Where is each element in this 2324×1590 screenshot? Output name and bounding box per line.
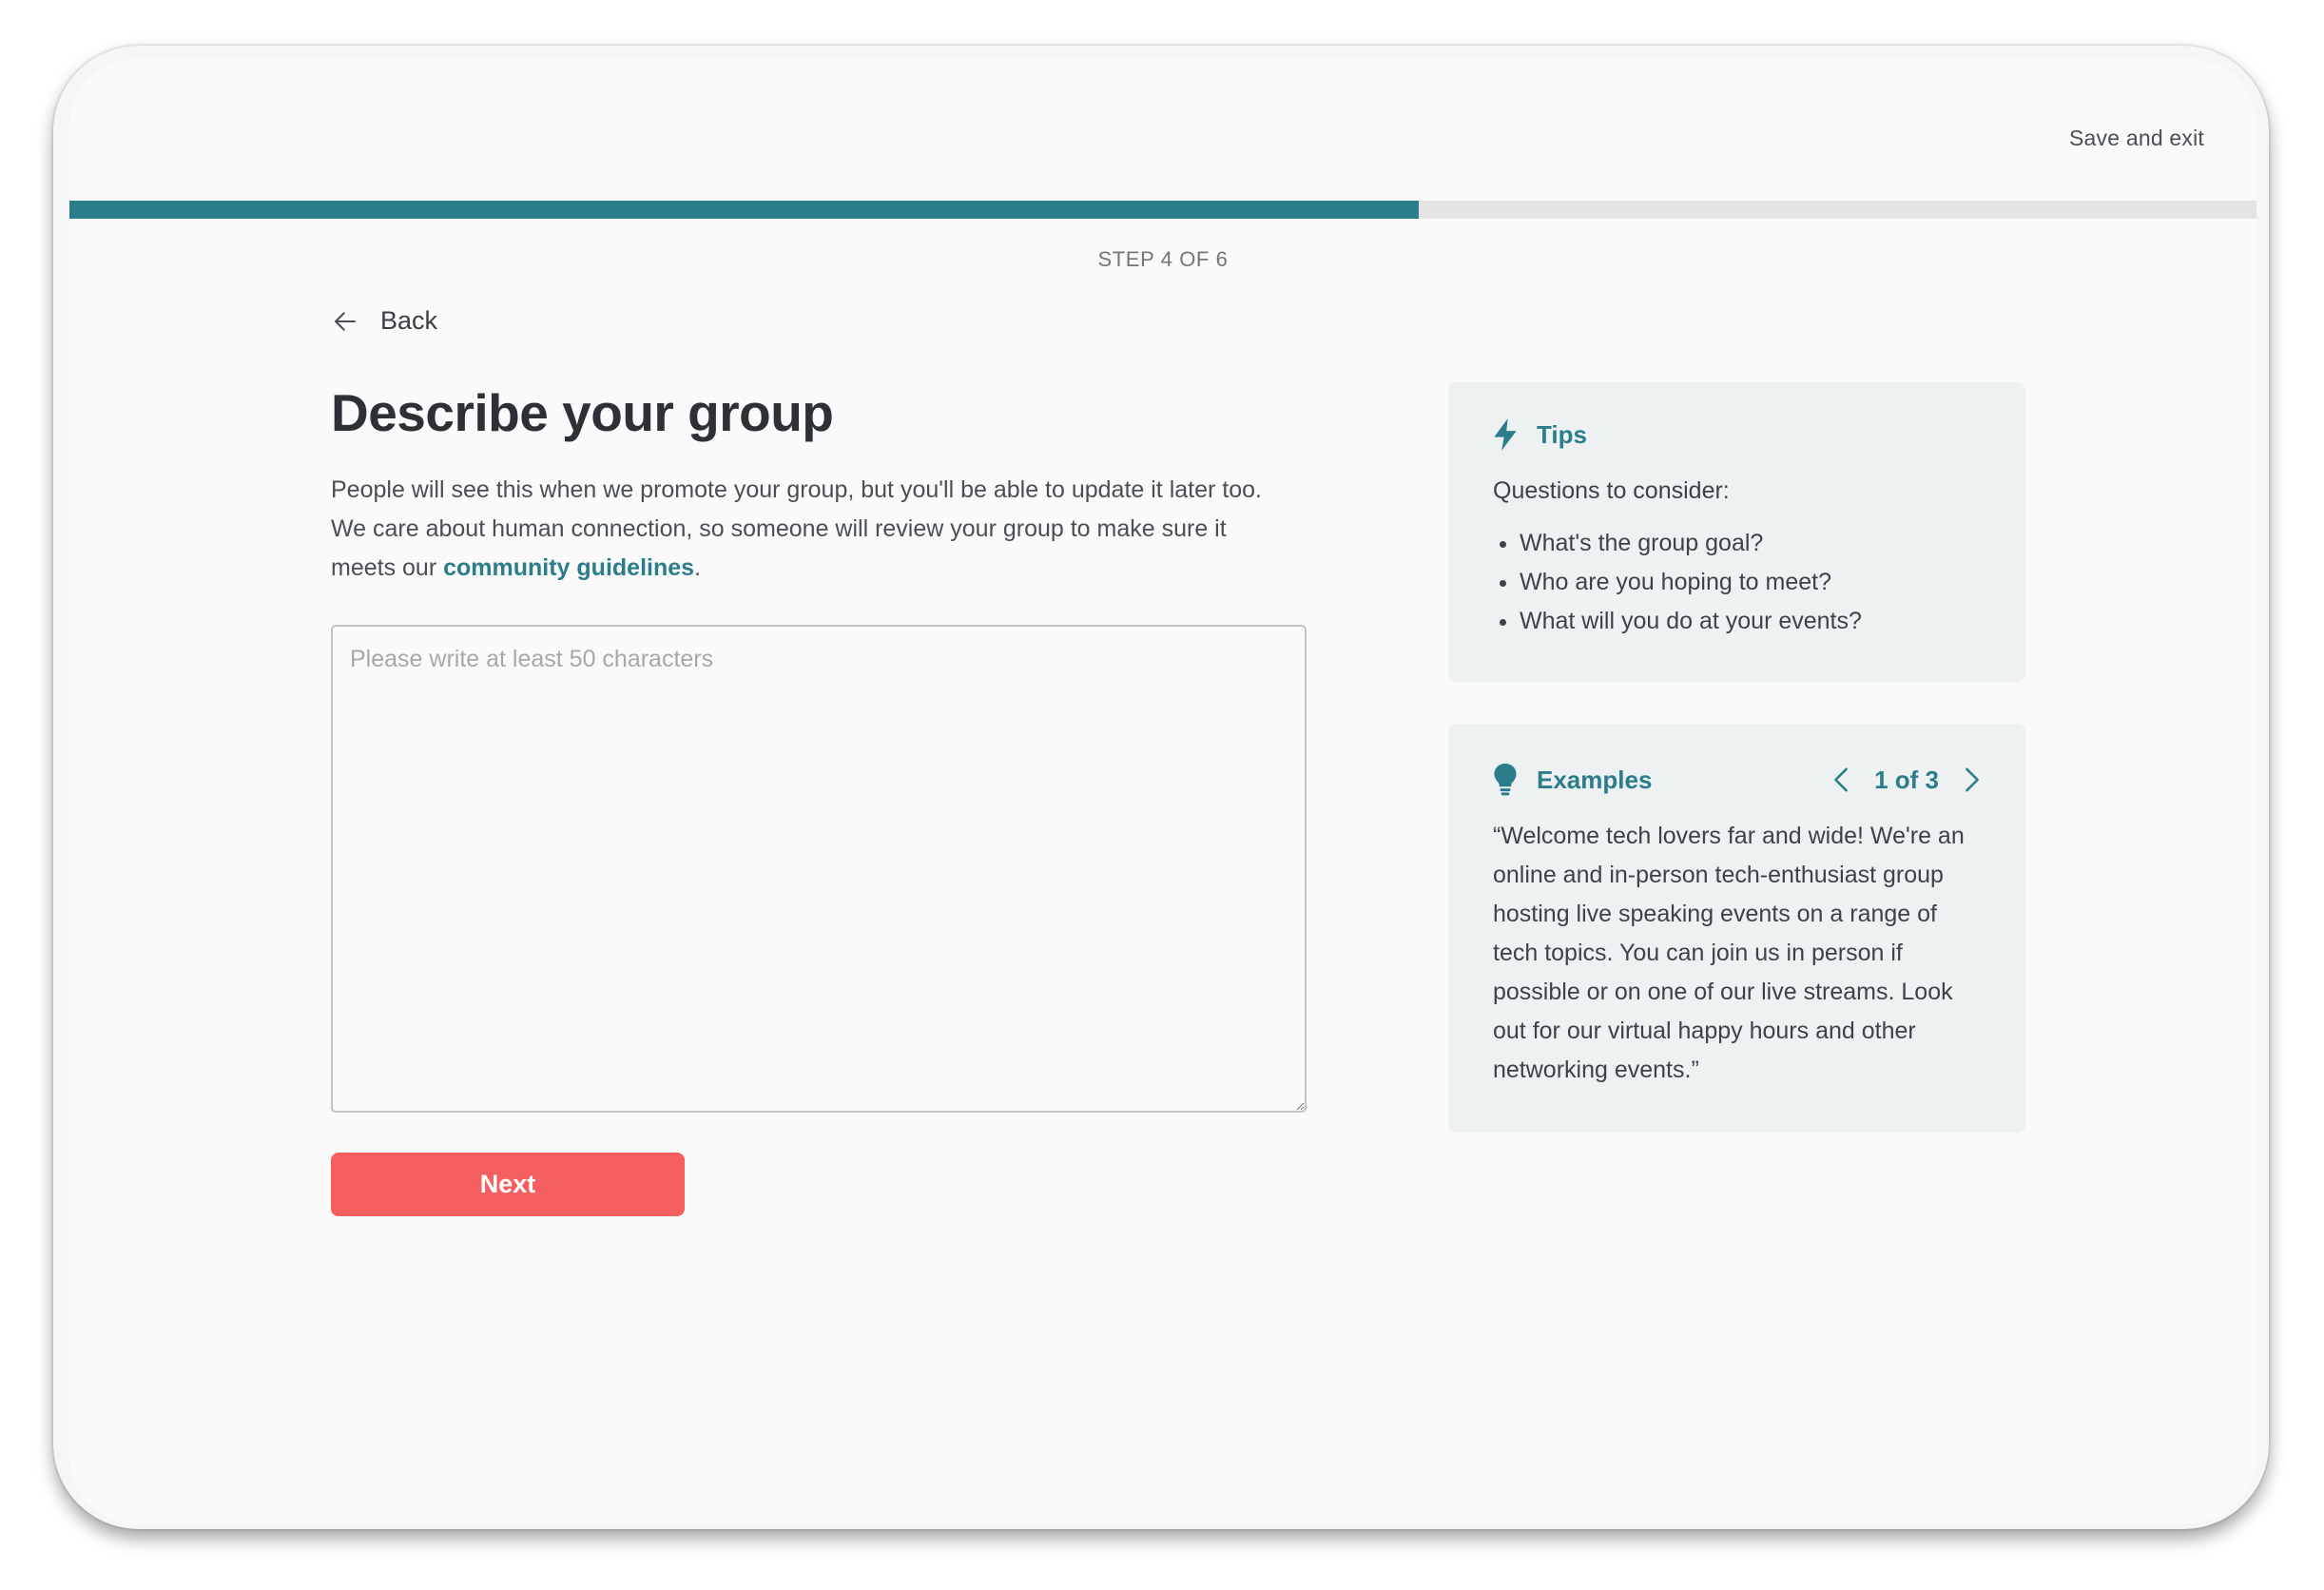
examples-pagination: 1 of 3 — [1832, 766, 1981, 795]
examples-card: Examples 1 of 3 “Welcome tech lovers far… — [1448, 724, 2025, 1133]
description-end: . — [694, 554, 701, 581]
tips-header: Tips — [1493, 418, 1981, 451]
tips-title: Tips — [1537, 419, 1587, 449]
progress-bar — [69, 201, 2256, 219]
lightning-icon — [1494, 418, 1517, 451]
tip-item: What's the group goal? — [1520, 524, 1981, 563]
lightbulb-icon — [1494, 764, 1517, 796]
back-button[interactable]: Back — [331, 306, 437, 336]
chevron-left-icon[interactable] — [1832, 766, 1850, 793]
progress-bar-fill — [69, 201, 1420, 219]
examples-header: Examples 1 of 3 — [1493, 764, 1981, 796]
chevron-right-icon[interactable] — [1964, 766, 1981, 793]
tips-list: What's the group goal? Who are you hopin… — [1493, 524, 1981, 641]
community-guidelines-link[interactable]: community guidelines — [443, 554, 694, 581]
example-text: “Welcome tech lovers far and wide! We're… — [1493, 823, 1965, 1083]
back-label: Back — [380, 306, 438, 335]
arrow-left-icon — [335, 311, 356, 331]
group-description-input[interactable] — [331, 625, 1307, 1113]
examples-title: Examples — [1537, 765, 1653, 794]
page-title: Describe your group — [331, 383, 834, 442]
tip-item: What will you do at your events? — [1520, 602, 1981, 641]
examples-counter: 1 of 3 — [1874, 765, 1939, 794]
tip-item: Who are you hoping to meet? — [1520, 563, 1981, 602]
next-button[interactable]: Next — [331, 1153, 685, 1216]
screen: Save and exit STEP 4 OF 6 Back Describe … — [69, 59, 2256, 1523]
step-indicator: STEP 4 OF 6 — [1097, 247, 1229, 271]
tips-card: Tips Questions to consider: What's the g… — [1448, 382, 2025, 682]
tips-subtitle: Questions to consider: — [1493, 477, 1730, 504]
save-and-exit-link[interactable]: Save and exit — [2069, 126, 2204, 151]
page-description: People will see this when we promote you… — [331, 471, 1282, 588]
